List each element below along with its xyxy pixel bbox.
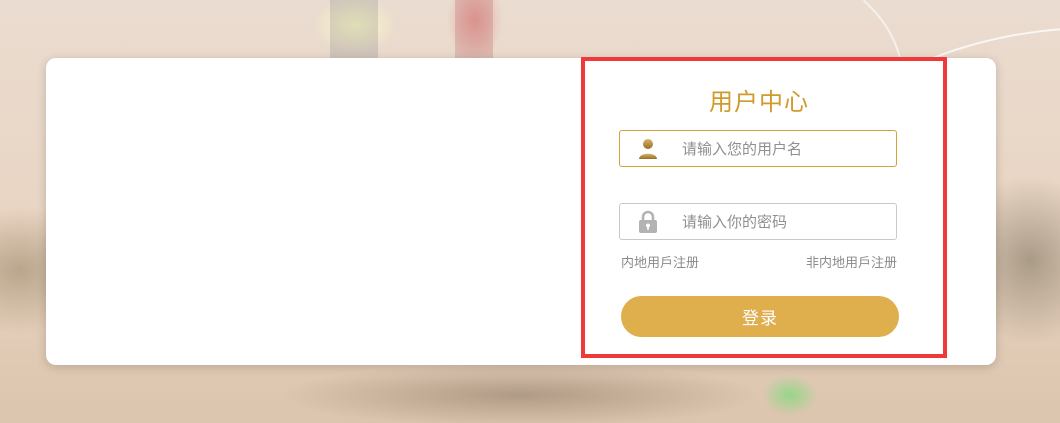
background-building bbox=[455, 0, 493, 58]
highlight-box bbox=[581, 57, 947, 358]
background-building bbox=[330, 0, 378, 58]
